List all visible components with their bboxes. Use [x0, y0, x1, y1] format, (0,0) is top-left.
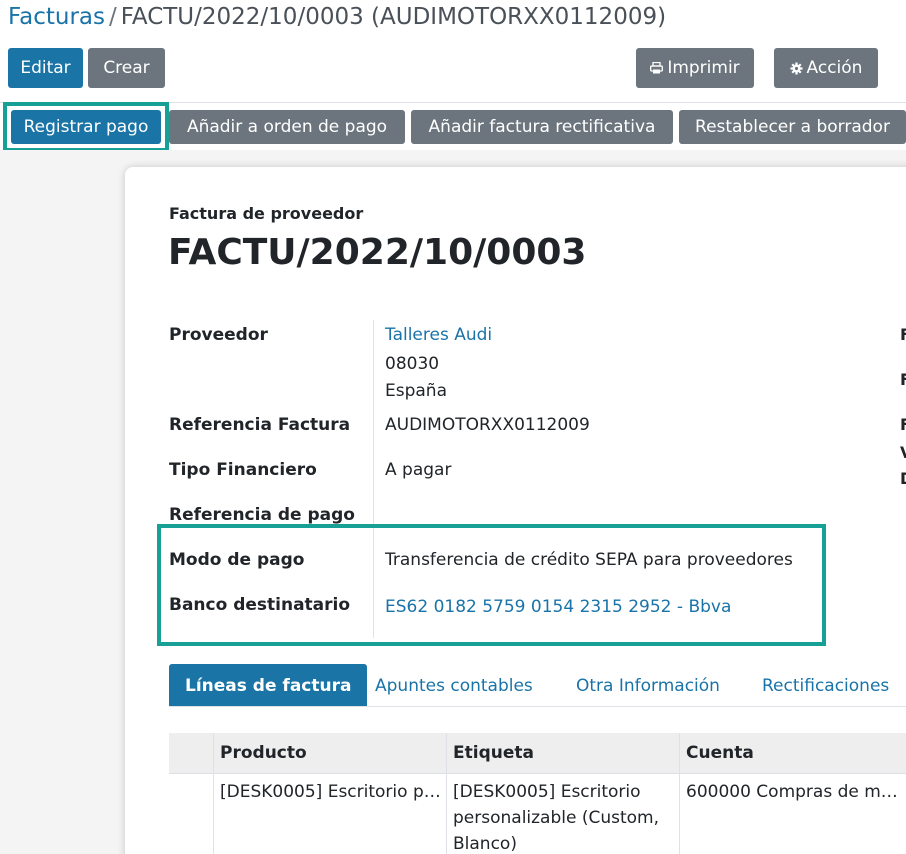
header-row-divider [169, 773, 906, 774]
payment-mode-label: Modo de pago [169, 550, 305, 570]
payment-mode-value: Transferencia de crédito SEPA para prove… [385, 550, 793, 570]
print-label: Imprimir [667, 58, 740, 78]
right-column-label: F [900, 370, 906, 389]
vendor-country: España [385, 381, 447, 401]
payment-fields-highlight [157, 524, 826, 646]
breadcrumb: Facturas / FACTU/2022/10/0003 (AUDIMOTORXX… [8, 4, 666, 30]
vendor-zip: 08030 [385, 354, 440, 374]
create-button[interactable]: Crear [88, 48, 165, 88]
tab-journal-items[interactable]: Apuntes contables [375, 664, 533, 707]
bank-label: Banco destinatario [169, 595, 351, 615]
breadcrumb-current: FACTU/2022/10/0003 (AUDIMOTORXX0112009) [120, 4, 667, 30]
add-payment-order-button[interactable]: Añadir a orden de pago [169, 110, 405, 144]
financial-type-label: Tipo Financiero [169, 460, 317, 480]
column-divider [446, 733, 447, 854]
right-column-label: V [900, 443, 906, 462]
column-header-label[interactable]: Etiqueta [453, 733, 534, 773]
action-label: Acción [806, 58, 863, 78]
vendor-label: Proveedor [169, 325, 268, 345]
invoice-ref-value: AUDIMOTORXX0112009 [385, 415, 590, 435]
breadcrumb-parent-link[interactable]: Facturas [8, 4, 105, 30]
bank-link[interactable]: ES62 0182 5759 0154 2315 2952 - Bbva [385, 597, 731, 617]
edit-button[interactable]: Editar [8, 48, 83, 88]
breadcrumb-separator: / [109, 4, 117, 30]
gear-icon [789, 61, 803, 75]
tab-credit-notes[interactable]: Rectificaciones [762, 664, 889, 707]
page-title: FACTU/2022/10/0003 [168, 232, 587, 273]
tab-divider [169, 706, 906, 707]
print-button[interactable]: Imprimir [636, 48, 754, 88]
right-column-label: F [900, 325, 906, 344]
column-divider [213, 733, 214, 854]
right-column-label: D [900, 469, 906, 488]
table-cell-label[interactable]: [DESK0005] Escritorio personalizable (Cu… [453, 779, 675, 854]
print-icon [650, 62, 664, 74]
payment-ref-label: Referencia de pago [169, 505, 355, 525]
table-cell-account[interactable]: 600000 Compras de m… [686, 779, 906, 805]
tab-invoice-lines[interactable]: Líneas de factura [169, 664, 368, 707]
action-button[interactable]: Acción [774, 48, 878, 88]
add-credit-note-button[interactable]: Añadir factura rectificativa [411, 110, 673, 144]
document-type: Factura de proveedor [169, 204, 364, 223]
tab-other-info[interactable]: Otra Información [576, 664, 720, 707]
reset-draft-button[interactable]: Restablecer a borrador [679, 110, 906, 144]
register-payment-button[interactable]: Registrar pago [11, 110, 161, 144]
invoice-ref-label: Referencia Factura [169, 415, 351, 435]
column-divider [679, 733, 680, 854]
column-header-product[interactable]: Producto [220, 733, 307, 773]
vendor-link[interactable]: Talleres Audi [385, 325, 492, 345]
column-header-account[interactable]: Cuenta [686, 733, 754, 773]
table-cell-product[interactable]: [DESK0005] Escritorio p… [220, 779, 442, 805]
financial-type-value: A pagar [385, 460, 452, 480]
right-column-label: F [900, 415, 906, 434]
